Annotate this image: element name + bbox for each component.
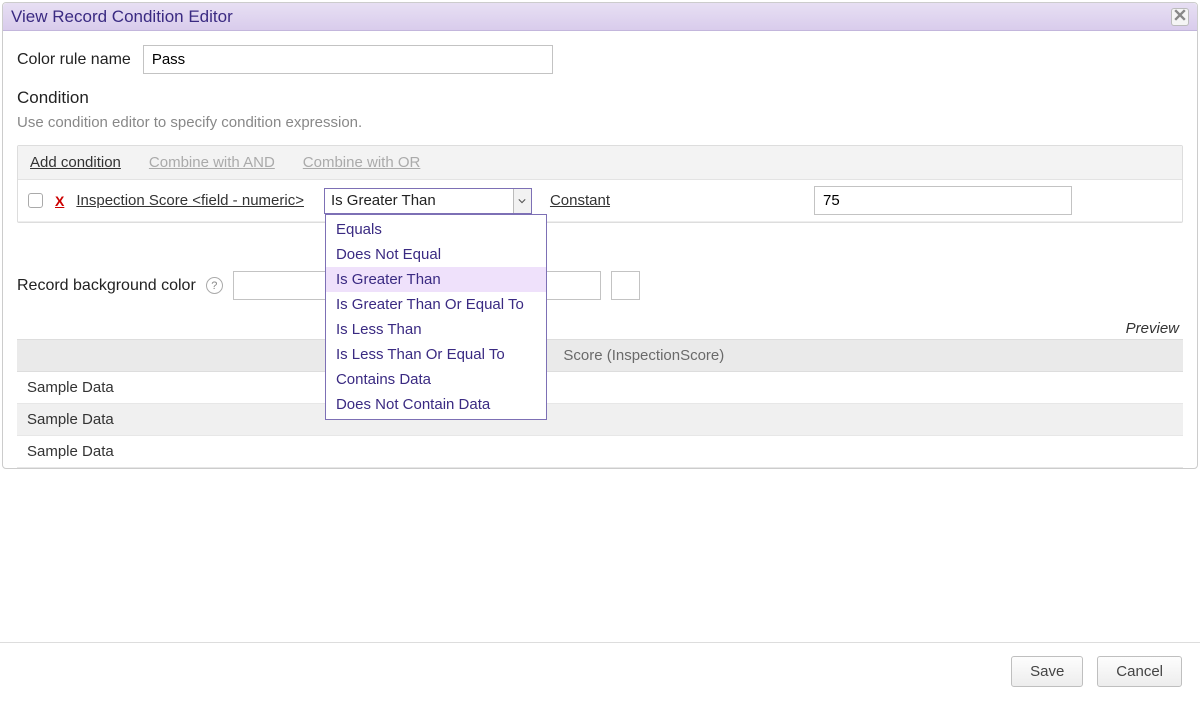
operator-option[interactable]: Contains Data xyxy=(326,367,546,392)
color-swatch[interactable] xyxy=(611,271,640,300)
preview-cell xyxy=(553,436,1183,468)
rule-name-label: Color rule name xyxy=(17,51,131,69)
operator-dropdown-button[interactable] xyxy=(513,189,531,213)
value-input[interactable] xyxy=(814,186,1072,215)
operator-option[interactable]: Is Greater Than xyxy=(326,267,546,292)
preview-label: Preview xyxy=(17,320,1183,337)
preview-cell xyxy=(553,372,1183,404)
cancel-button[interactable]: Cancel xyxy=(1097,656,1182,687)
preview-cell: Sample Data xyxy=(17,436,553,468)
dialog-title: View Record Condition Editor xyxy=(11,7,1171,27)
operator-value: Is Greater Than xyxy=(331,189,436,213)
dialog-footer: Save Cancel xyxy=(1011,656,1182,687)
preview-row: Sample Data xyxy=(17,436,1183,468)
preview-row: Sample Data xyxy=(17,404,1183,436)
operator-option[interactable]: Is Less Than Or Equal To xyxy=(326,342,546,367)
operator-option[interactable]: Does Not Equal xyxy=(326,242,546,267)
save-button[interactable]: Save xyxy=(1011,656,1083,687)
condition-editor-dialog: View Record Condition Editor Color rule … xyxy=(2,2,1198,469)
condition-heading: Condition xyxy=(17,88,1183,108)
bgcolor-label: Record background color xyxy=(17,277,196,295)
condition-row: X Inspection Score <field - numeric> Is … xyxy=(18,180,1182,222)
help-icon[interactable]: ? xyxy=(206,277,223,294)
preview-row: Sample Data xyxy=(17,372,1183,404)
preview-cell xyxy=(553,404,1183,436)
operand-type-selector[interactable]: Constant xyxy=(550,192,610,209)
delete-row-button[interactable]: X xyxy=(55,193,64,209)
field-selector[interactable]: Inspection Score <field - numeric> xyxy=(76,192,304,209)
close-button[interactable] xyxy=(1171,8,1189,26)
combine-or-link: Combine with OR xyxy=(303,154,421,171)
condition-subtext: Use condition editor to specify conditio… xyxy=(17,114,1183,131)
operator-option[interactable]: Equals xyxy=(326,217,546,242)
condition-editor: Add condition Combine with AND Combine w… xyxy=(17,145,1183,223)
operator-combobox[interactable]: Is Greater Than Equals Does Not Equal Is… xyxy=(324,188,532,214)
add-condition-link[interactable]: Add condition xyxy=(30,154,121,171)
operator-option[interactable]: Is Less Than xyxy=(326,317,546,342)
condition-toolbar: Add condition Combine with AND Combine w… xyxy=(18,146,1182,180)
preview-table: Score (InspectionScore) Sample Data Samp… xyxy=(17,339,1183,468)
preview-col-1: Score (InspectionScore) xyxy=(553,340,1183,372)
operator-dropdown: Equals Does Not Equal Is Greater Than Is… xyxy=(325,214,547,420)
rule-name-input[interactable] xyxy=(143,45,553,74)
operator-option[interactable]: Is Greater Than Or Equal To xyxy=(326,292,546,317)
footer-separator xyxy=(0,642,1200,643)
dialog-titlebar: View Record Condition Editor xyxy=(3,3,1197,31)
chevron-down-icon xyxy=(518,192,526,209)
combine-and-link: Combine with AND xyxy=(149,154,275,171)
operator-option[interactable]: Does Not Contain Data xyxy=(326,392,546,417)
row-checkbox[interactable] xyxy=(28,193,43,208)
close-icon xyxy=(1174,8,1186,25)
